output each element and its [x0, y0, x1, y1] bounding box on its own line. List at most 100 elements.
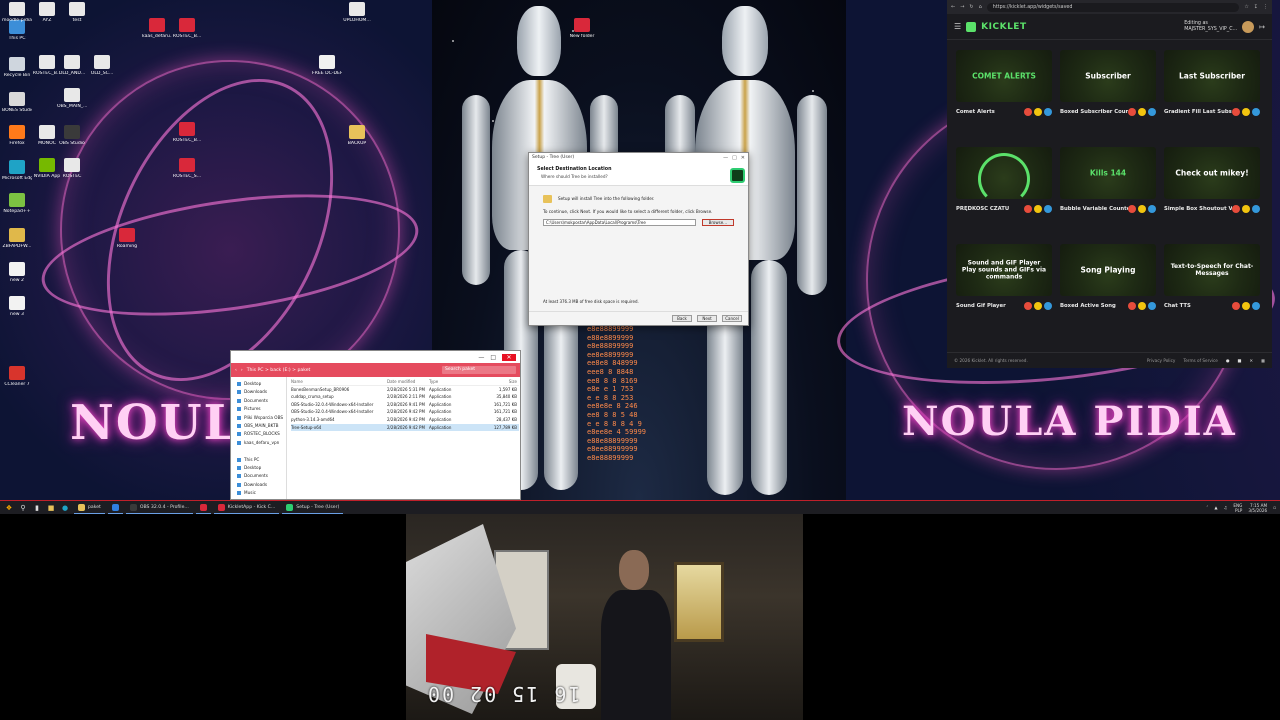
kick-icon[interactable]: ■	[1238, 358, 1242, 363]
back-arrow-icon[interactable]: ←	[951, 4, 955, 10]
notifications-icon[interactable]: ▫	[1273, 505, 1276, 510]
delete-icon[interactable]	[1024, 205, 1032, 213]
desktop-icon[interactable]: ZBFAPDFW...	[2, 228, 32, 250]
widget-card[interactable]: Song Playing Boxed Active Song	[1060, 244, 1156, 334]
taskbar-app[interactable]: OBS 32.0.4 - Profile...	[125, 502, 193, 514]
settings-icon[interactable]	[1044, 302, 1052, 310]
sidebar-item[interactable]: Music	[231, 489, 286, 497]
delete-icon[interactable]	[1128, 205, 1136, 213]
close-icon[interactable]: ✕	[741, 155, 745, 161]
taskbar-app[interactable]	[107, 502, 123, 514]
edit-icon[interactable]	[1242, 108, 1250, 116]
widget-thumbnail[interactable]: Song Playing	[1060, 244, 1156, 296]
desktop-icon[interactable]: Roaming	[112, 228, 142, 250]
taskbar-app[interactable]: Setup - Tree (User)	[282, 502, 344, 514]
maximize-icon[interactable]: □	[732, 155, 737, 161]
desktop-icon[interactable]: FREE DC-DEF	[312, 55, 342, 77]
terms-link[interactable]: Terms of Service	[1183, 358, 1218, 363]
file-row[interactable]: OBS-Studio-32.0.4-Windows-x64-Installer 2…	[291, 401, 519, 409]
cancel-button[interactable]: Cancel	[722, 315, 742, 322]
edit-icon[interactable]	[1138, 108, 1146, 116]
discord-icon[interactable]: ●	[1226, 358, 1230, 363]
desktop-icon[interactable]: Recycle Bin	[2, 57, 32, 79]
desktop-icon[interactable]: Firefox	[2, 125, 32, 147]
desktop-icon[interactable]: Notepad++	[2, 193, 32, 215]
desktop-icon[interactable]: kaas_defaru...	[142, 18, 172, 40]
desktop-icon[interactable]: Microsoft Edge	[2, 160, 32, 182]
desktop-icon[interactable]: ROSTEC	[57, 158, 87, 180]
search-input[interactable]: Search paket	[442, 366, 516, 374]
kicklet-logo-icon[interactable]	[966, 21, 977, 32]
network-icon[interactable]: ▲	[1214, 505, 1217, 510]
delete-icon[interactable]	[1024, 302, 1032, 310]
desktop-icon[interactable]: BONES Studio	[2, 92, 32, 114]
settings-icon[interactable]	[1252, 205, 1260, 213]
edit-icon[interactable]	[1242, 302, 1250, 310]
desktop-icon[interactable]: new 2	[2, 262, 32, 284]
file-row[interactable]: OBS-Studio-32.0.4-Windows-x64-Installer 2…	[291, 408, 519, 416]
desktop-icon[interactable]: AYZ	[32, 2, 62, 24]
widget-thumbnail[interactable]: COMET ALERTS	[956, 50, 1052, 102]
column-size-header[interactable]: Size	[479, 378, 519, 385]
file-row[interactable]: python-3.14.3-amd64 2/28/2026 9:42 PM Appl…	[291, 416, 519, 424]
settings-icon[interactable]	[1148, 108, 1156, 116]
search-icon[interactable]: ⚲	[18, 503, 28, 513]
avatar[interactable]	[1242, 20, 1255, 33]
desktop-icon[interactable]: UPLOHOM...	[342, 2, 372, 24]
privacy-policy-link[interactable]: Privacy Policy	[1147, 358, 1176, 363]
file-row[interactable]: cuddap_cruma_setup 2/28/2026 2:11 PM Appli…	[291, 393, 519, 401]
sidebar-item[interactable]: Pliki Wsparcia OBS	[231, 414, 286, 422]
edit-icon[interactable]	[1034, 108, 1042, 116]
settings-icon[interactable]	[1148, 205, 1156, 213]
widget-card[interactable]: Check out mikey! Simple Box Shoutout Visu…	[1164, 147, 1260, 237]
delete-icon[interactable]	[1128, 302, 1136, 310]
widget-card[interactable]: COMET ALERTS Comet Alerts	[956, 50, 1052, 140]
docs-icon[interactable]: ▦	[1261, 358, 1265, 363]
bookmark-star-icon[interactable]: ☆	[1244, 4, 1248, 10]
sidebar-item[interactable]: OBS_MAIN_BKTB	[231, 422, 286, 430]
column-name-header[interactable]: Name	[291, 378, 387, 385]
settings-icon[interactable]	[1044, 205, 1052, 213]
widget-thumbnail[interactable]: Sound and GIF Player Play sounds and GIF…	[956, 244, 1052, 296]
edit-icon[interactable]	[1034, 205, 1042, 213]
settings-icon[interactable]	[1252, 108, 1260, 116]
delete-icon[interactable]	[1232, 205, 1240, 213]
sidebar-item[interactable]: kaas_defaru_vpn	[231, 439, 286, 447]
kicklet-brand[interactable]: KICKLET	[981, 22, 1026, 32]
desktop-icon[interactable]: OBS_MAIN_...	[57, 88, 87, 110]
minimize-icon[interactable]: —	[478, 354, 484, 361]
widget-thumbnail[interactable]: Text-to-Speech for Chat-Messages	[1164, 244, 1260, 296]
taskbar-app[interactable]	[195, 502, 211, 514]
forward-arrow-icon[interactable]: ›	[241, 368, 243, 373]
forward-arrow-icon[interactable]: →	[960, 4, 964, 10]
sidebar-item[interactable]: ROSTEC_BLOCKS	[231, 430, 286, 438]
browser-window[interactable]: ← → ↻ ⌂ https://kicklet.app/widgets/save…	[947, 0, 1272, 368]
settings-icon[interactable]	[1252, 302, 1260, 310]
widget-card[interactable]: Text-to-Speech for Chat-Messages Chat TTS	[1164, 244, 1260, 334]
widget-card[interactable]: Sound and GIF Player Play sounds and GIF…	[956, 244, 1052, 334]
column-date-header[interactable]: Date modified	[387, 378, 429, 385]
edit-icon[interactable]	[1138, 205, 1146, 213]
task-view-icon[interactable]: ▮	[32, 503, 42, 513]
next-button[interactable]: Next	[697, 315, 717, 322]
back-arrow-icon[interactable]: ‹	[235, 368, 237, 373]
sidebar-item[interactable]: Pictures	[231, 405, 286, 413]
widget-card[interactable]: Last Subscriber Gradient Fill Last Subscr…	[1164, 50, 1260, 140]
desktop-icon[interactable]: OLD_SC...	[87, 55, 117, 77]
delete-icon[interactable]	[1232, 108, 1240, 116]
volume-icon[interactable]: ♫	[1224, 505, 1228, 510]
browse-button[interactable]: Browse...	[701, 219, 734, 226]
sidebar-item[interactable]	[231, 447, 286, 455]
widget-thumbnail[interactable]: Kills 144	[1060, 147, 1156, 199]
settings-icon[interactable]	[1148, 302, 1156, 310]
tray-chevron-icon[interactable]: ˄	[1206, 505, 1208, 510]
desktop-icon[interactable]: moodle-pidia	[2, 2, 32, 24]
widget-card[interactable]: Kills 144 Bubble Variable Counter	[1060, 147, 1156, 237]
desktop-icon[interactable]: OBS Studio	[57, 125, 87, 147]
taskbar-app[interactable]: KickletApp - Kick C...	[213, 502, 280, 514]
reload-icon[interactable]: ↻	[969, 4, 973, 10]
sidebar-item[interactable]: Desktop	[231, 464, 286, 472]
explorer-icon[interactable]: ■	[46, 503, 56, 513]
desktop-icon[interactable]: New folder	[567, 18, 597, 40]
language-indicator[interactable]: ENG PLP	[1233, 503, 1242, 513]
